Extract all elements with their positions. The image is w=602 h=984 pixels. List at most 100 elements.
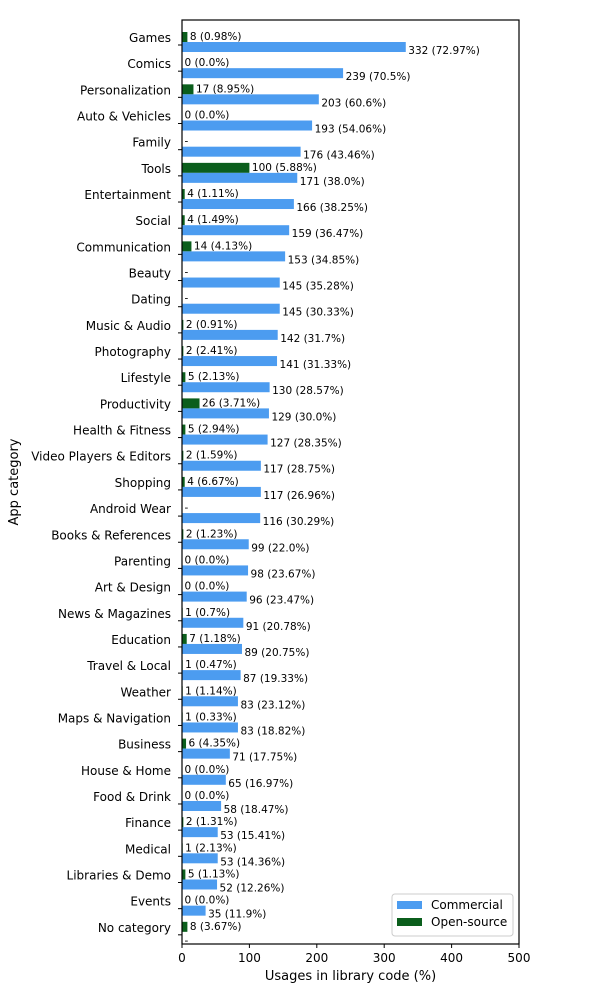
data-label-commercial: 239 (70.5%) bbox=[346, 71, 411, 83]
legend-swatch bbox=[397, 901, 422, 909]
data-label-commercial: 171 (38.0%) bbox=[300, 176, 365, 188]
data-label-commercial: 91 (20.78%) bbox=[246, 621, 311, 633]
data-label-open-source: 2 (1.59%) bbox=[186, 450, 238, 462]
data-label-open-source: 7 (1.18%) bbox=[189, 633, 241, 645]
bar-commercial bbox=[182, 356, 278, 367]
data-label-commercial: 83 (23.12%) bbox=[240, 699, 305, 711]
data-label-commercial: 117 (28.75%) bbox=[263, 464, 335, 476]
bar-commercial bbox=[182, 120, 313, 131]
bar-commercial bbox=[182, 905, 206, 916]
data-label-open-source: 4 (6.67%) bbox=[187, 476, 239, 488]
data-label-open-source: - bbox=[185, 136, 189, 148]
data-label-open-source: 5 (1.13%) bbox=[188, 868, 240, 880]
bar-commercial bbox=[182, 800, 222, 811]
y-tick-label: Personalization bbox=[80, 83, 171, 97]
data-label-open-source: 100 (5.88%) bbox=[252, 162, 317, 174]
y-tick-label: Finance bbox=[125, 816, 171, 830]
data-label-commercial: 142 (31.7%) bbox=[280, 333, 345, 345]
bar-commercial bbox=[182, 617, 244, 628]
bar-open-source bbox=[182, 32, 188, 42]
y-tick-label: Shopping bbox=[115, 476, 171, 490]
bar-commercial bbox=[182, 68, 344, 79]
y-tick-labels: Games Comics Personalization Auto & Vehicle… bbox=[31, 31, 182, 936]
y-tick-label: Education bbox=[111, 633, 171, 647]
bar-open-source bbox=[182, 633, 187, 644]
y-tick-label: Comics bbox=[127, 57, 171, 71]
y-tick-label: Android Wear bbox=[90, 502, 171, 516]
data-label-open-source: 0 (0.0%) bbox=[185, 554, 230, 566]
bar-open-source bbox=[182, 84, 194, 95]
data-label-open-source: 8 (0.98%) bbox=[190, 31, 242, 43]
y-tick-label: Productivity bbox=[100, 397, 171, 411]
x-ticks: 0 100 200 300 400 500 bbox=[178, 944, 530, 965]
data-label-open-source: - bbox=[185, 293, 189, 305]
y-axis-title: App category bbox=[7, 438, 22, 525]
data-label-commercial: 159 (36.47%) bbox=[292, 228, 364, 240]
legend-swatch bbox=[397, 918, 422, 926]
data-label-open-source: 0 (0.0%) bbox=[185, 581, 230, 593]
data-label-open-source: 14 (4.13%) bbox=[194, 240, 252, 252]
bar-open-source bbox=[182, 738, 187, 749]
y-tick-label: Business bbox=[118, 738, 171, 752]
data-label-open-source: 2 (2.41%) bbox=[186, 345, 238, 357]
data-label-open-source: 0 (0.0%) bbox=[185, 895, 230, 907]
data-label-commercial: 332 (72.97%) bbox=[408, 45, 480, 57]
data-label-commercial: 58 (18.47%) bbox=[224, 804, 289, 816]
bar-commercial bbox=[182, 303, 280, 314]
x-tick-label: 300 bbox=[373, 951, 396, 965]
bar-commercial bbox=[182, 591, 247, 602]
bar-commercial bbox=[182, 696, 238, 707]
bar-commercial bbox=[182, 748, 230, 759]
bar-commercial bbox=[182, 539, 249, 550]
bar-commercial bbox=[182, 774, 226, 785]
y-tick-label: Beauty bbox=[129, 267, 171, 281]
data-label-commercial: - bbox=[185, 935, 189, 947]
y-tick-label: Entertainment bbox=[84, 188, 171, 202]
data-label-commercial: 141 (31.33%) bbox=[280, 359, 352, 371]
bar-commercial bbox=[182, 251, 286, 262]
data-label-commercial: 153 (34.85%) bbox=[288, 254, 360, 266]
bar-commercial bbox=[182, 408, 269, 419]
y-tick-label: Tools bbox=[140, 162, 171, 176]
data-label-open-source: 4 (1.49%) bbox=[187, 214, 239, 226]
y-tick-label: House & Home bbox=[81, 764, 171, 778]
bar-commercial bbox=[182, 42, 406, 52]
y-tick-label: Dating bbox=[131, 293, 171, 307]
y-tick-label: Travel & Local bbox=[86, 659, 171, 673]
data-label-commercial: 53 (15.41%) bbox=[220, 830, 285, 842]
bar-commercial bbox=[182, 199, 294, 210]
data-label-commercial: 130 (28.57%) bbox=[272, 385, 344, 397]
y-tick-label: Lifestyle bbox=[121, 371, 171, 385]
bar-commercial bbox=[182, 827, 218, 838]
bar-commercial bbox=[182, 722, 238, 733]
y-tick-label: Games bbox=[129, 31, 171, 45]
data-label-open-source: 5 (2.13%) bbox=[188, 371, 240, 383]
data-label-commercial: 145 (30.33%) bbox=[282, 307, 354, 319]
bar-commercial bbox=[182, 146, 301, 157]
y-tick-label: Communication bbox=[76, 240, 171, 254]
data-label-open-source: 2 (1.31%) bbox=[186, 816, 238, 828]
y-tick-label: Parenting bbox=[114, 554, 171, 568]
y-tick-label: Weather bbox=[120, 685, 171, 699]
y-tick-label: Medical bbox=[125, 842, 171, 856]
bar-commercial bbox=[182, 670, 241, 681]
data-label-open-source: 2 (1.23%) bbox=[186, 528, 238, 540]
y-tick-label: Auto & Vehicles bbox=[77, 110, 171, 124]
data-label-open-source: 0 (0.0%) bbox=[185, 110, 230, 122]
data-label-commercial: 65 (16.97%) bbox=[228, 778, 293, 790]
bar-commercial bbox=[182, 434, 268, 445]
bar-commercial bbox=[182, 94, 319, 105]
data-label-open-source: 0 (0.0%) bbox=[185, 57, 230, 69]
data-label-commercial: 127 (28.35%) bbox=[270, 438, 342, 450]
y-tick-label: Art & Design bbox=[95, 581, 171, 595]
bar-commercial bbox=[182, 486, 261, 497]
data-label-commercial: 203 (60.6%) bbox=[321, 97, 386, 109]
bar-commercial bbox=[182, 513, 261, 524]
data-label-open-source: 1 (0.47%) bbox=[185, 659, 237, 671]
data-label-open-source: 5 (2.94%) bbox=[188, 424, 240, 436]
y-tick-label: Photography bbox=[95, 345, 171, 359]
data-label-commercial: 35 (11.9%) bbox=[208, 909, 266, 921]
data-label-commercial: 193 (54.06%) bbox=[315, 124, 387, 136]
data-label-commercial: 166 (38.25%) bbox=[296, 202, 368, 214]
data-label-open-source: 8 (3.67%) bbox=[190, 921, 242, 933]
